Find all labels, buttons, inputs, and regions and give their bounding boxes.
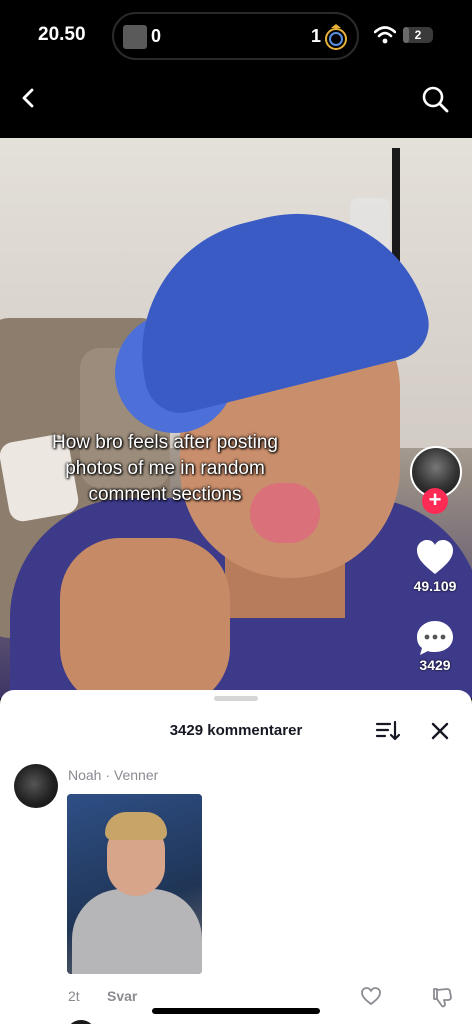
sort-icon[interactable] bbox=[375, 719, 401, 743]
sheet-drag-handle[interactable] bbox=[214, 696, 258, 701]
battery-indicator: 2 bbox=[403, 27, 433, 43]
top-nav bbox=[0, 72, 472, 138]
close-icon[interactable] bbox=[429, 720, 451, 742]
home-indicator[interactable] bbox=[152, 1008, 320, 1014]
thumbs-down-icon[interactable] bbox=[431, 986, 453, 1008]
photo-person-hair bbox=[105, 812, 167, 840]
comment-count: 3429 bbox=[419, 657, 451, 673]
live-score-island[interactable]: 0 1 bbox=[112, 12, 359, 60]
status-bar: 20.50 0 1 2 bbox=[0, 0, 472, 72]
score-left: 0 bbox=[151, 26, 162, 46]
status-time: 20.50 bbox=[38, 24, 86, 45]
like-count: 49.109 bbox=[413, 578, 457, 594]
video-caption: How bro feels after posting photos of me… bbox=[51, 432, 278, 505]
reply-button[interactable]: Svar bbox=[107, 988, 137, 1004]
team-left-logo bbox=[123, 25, 147, 49]
video-person-hand bbox=[60, 538, 230, 698]
comment-author[interactable]: Noah · Venner bbox=[68, 767, 158, 783]
comments-sheet: 3429 kommentarer Noah · Venner 2t Svar bbox=[0, 690, 472, 1024]
heart-outline-icon[interactable] bbox=[360, 986, 382, 1006]
follow-button[interactable]: + bbox=[422, 488, 448, 514]
photo-person-body bbox=[72, 889, 202, 974]
comment-time: 2t bbox=[68, 988, 80, 1004]
search-button[interactable] bbox=[418, 82, 452, 116]
wifi-icon bbox=[374, 26, 396, 44]
back-button[interactable] bbox=[12, 82, 44, 114]
team-crest-icon bbox=[325, 24, 347, 50]
comment-icon[interactable] bbox=[414, 618, 456, 658]
comments-title: 3429 kommentarer bbox=[169, 722, 303, 739]
score-right: 1 bbox=[310, 26, 321, 46]
comment-photo[interactable] bbox=[67, 794, 202, 974]
next-comment-avatar[interactable] bbox=[66, 1020, 96, 1024]
video-player[interactable]: How bro feels after posting photos of me… bbox=[0, 138, 472, 698]
commenter-avatar[interactable] bbox=[14, 764, 58, 808]
heart-icon[interactable] bbox=[414, 537, 456, 577]
battery-level: 2 bbox=[414, 28, 422, 42]
